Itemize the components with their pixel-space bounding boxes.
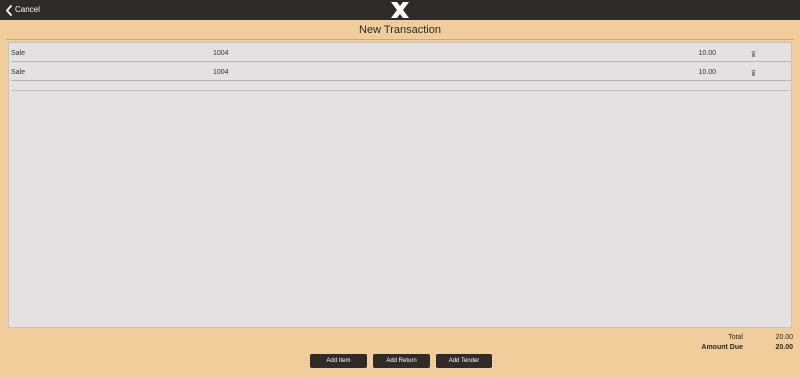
trash-icon[interactable]	[751, 70, 756, 78]
amount-due-label: Amount Due	[701, 344, 743, 351]
empty-row	[11, 82, 791, 91]
page-title: New Transaction	[359, 24, 441, 36]
trash-icon[interactable]	[751, 51, 756, 59]
chevron-left-icon	[5, 4, 12, 16]
line-code: 1004	[213, 50, 229, 57]
add-tender-button[interactable]: Add Tender	[436, 354, 492, 368]
total-label: Total	[728, 334, 743, 341]
cancel-label: Cancel	[15, 5, 40, 14]
transaction-row[interactable]: Sale 1004 10.00	[11, 62, 791, 81]
transaction-list: Sale 1004 10.00 Sale 1004 10.00	[8, 42, 792, 328]
add-item-button[interactable]: Add Item	[310, 354, 367, 368]
x-logo-icon	[390, 1, 410, 19]
line-amount: 10.00	[698, 69, 716, 76]
total-value: 20.00	[775, 334, 793, 341]
transaction-row[interactable]: Sale 1004 10.00	[11, 43, 791, 62]
line-amount: 10.00	[698, 50, 716, 57]
line-type: Sale	[11, 69, 26, 76]
amount-due-value: 20.00	[775, 344, 793, 351]
line-type: Sale	[11, 50, 26, 57]
top-bar: Cancel	[0, 0, 800, 20]
cancel-button[interactable]: Cancel	[5, 3, 40, 17]
title-divider	[6, 39, 794, 40]
line-code: 1004	[213, 69, 229, 76]
add-return-button[interactable]: Add Return	[373, 354, 430, 368]
